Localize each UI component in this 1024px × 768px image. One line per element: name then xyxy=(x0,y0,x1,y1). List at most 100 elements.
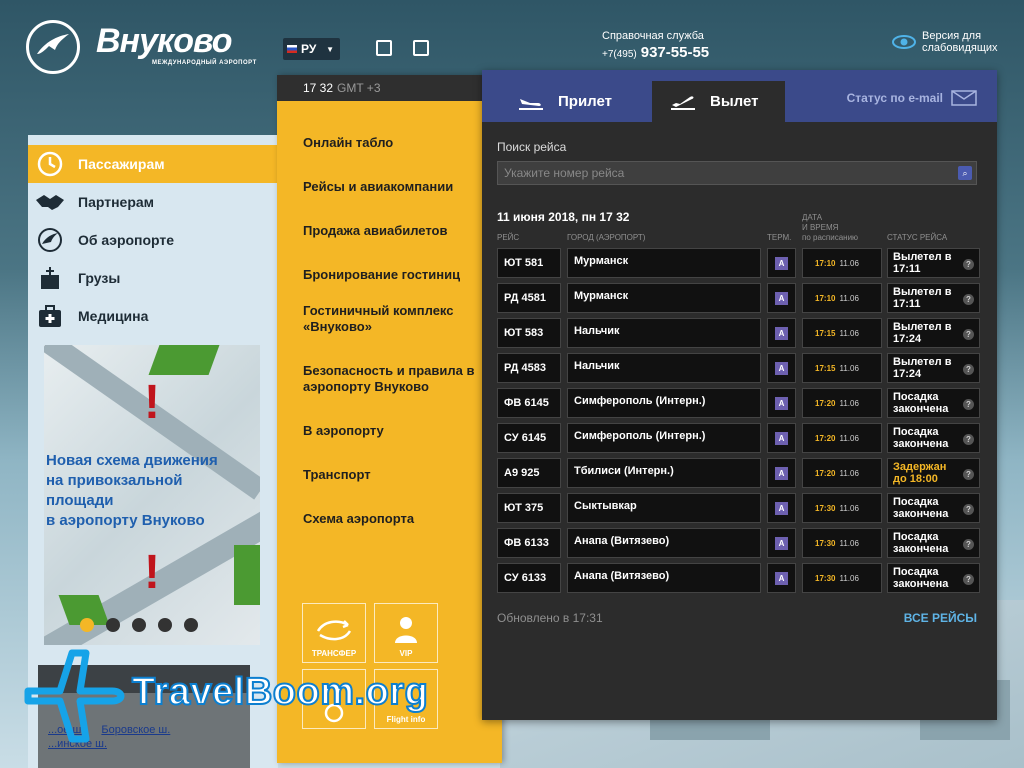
nav-item-medicine[interactable]: Медицина xyxy=(28,297,278,335)
flight-number: РД 4581 xyxy=(497,283,561,313)
nav-item-label: Об аэропорте xyxy=(78,232,175,248)
schedule-cell: 17:20 11.06 xyxy=(802,458,882,488)
table-row[interactable]: ЮТ 375 Сыктывкар A 17:30 11.06 Посадка зак… xyxy=(497,493,980,523)
search-icon[interactable]: ⌕ xyxy=(958,166,972,180)
help-icon[interactable]: ? xyxy=(963,469,974,480)
schedule-cell: 17:30 11.06 xyxy=(802,493,882,523)
plane-landing-icon xyxy=(519,98,543,110)
terminal-cell: A xyxy=(767,248,796,278)
help-icon[interactable]: ? xyxy=(963,364,974,375)
promo-banner[interactable]: ! ! Новая схема движения на привокзально… xyxy=(44,345,260,645)
nav-item-passengers[interactable]: Пассажирам xyxy=(28,145,278,183)
carousel-dot[interactable] xyxy=(132,618,146,632)
help-label: Справочная служба xyxy=(602,30,704,42)
eye-icon xyxy=(892,35,916,49)
schedule-cell: 17:20 11.06 xyxy=(802,388,882,418)
tab-arrival[interactable]: Прилет xyxy=(500,81,650,122)
terminal-badge: A xyxy=(775,571,788,585)
vision-line-2: слабовидящих xyxy=(922,42,998,54)
help-icon[interactable]: ? xyxy=(963,399,974,410)
terminal-badge: A xyxy=(775,466,788,480)
flight-status: Вылетел в 17:24? xyxy=(887,318,980,348)
table-row[interactable]: ФВ 6133 Анапа (Витязево) A 17:30 11.06 По… xyxy=(497,528,980,558)
help-icon[interactable]: ? xyxy=(963,434,974,445)
table-row[interactable]: СУ 6133 Анапа (Витязево) A 17:30 11.06 По… xyxy=(497,563,980,593)
vip-icon xyxy=(395,617,417,643)
sitemap-icon[interactable] xyxy=(413,40,429,56)
promo-text: Новая схема движения на привокзальной пл… xyxy=(46,452,218,529)
all-flights-link[interactable]: ВСЕ РЕЙСЫ xyxy=(904,611,977,625)
flight-number: РД 4583 xyxy=(497,353,561,383)
col-header-flight: РЕЙС xyxy=(497,233,520,242)
flight-city: Тбилиси (Интерн.) xyxy=(567,458,761,488)
nav-item-about-airport[interactable]: Об аэропорте xyxy=(28,221,278,259)
table-row[interactable]: РД 4581 Мурманск A 17:10 11.06 Вылетел в1… xyxy=(497,283,980,313)
help-phone[interactable]: 937-55-55 xyxy=(641,44,709,61)
plane-takeoff-icon xyxy=(671,95,695,110)
flight-status: Посадка закончена? xyxy=(887,493,980,523)
flight-city: Нальчик xyxy=(567,353,761,383)
tab-label: Прилет xyxy=(558,93,612,110)
help-icon[interactable]: ? xyxy=(963,539,974,550)
passenger-menu: Онлайн табло Рейсы и авиакомпании Продаж… xyxy=(277,101,502,527)
tab-departure[interactable]: Вылет xyxy=(652,81,785,122)
carousel-dot[interactable] xyxy=(80,618,94,632)
watermark: TravelBoom.org xyxy=(20,645,470,745)
menu-item-transport[interactable]: Транспорт xyxy=(303,467,502,483)
carousel-dot[interactable] xyxy=(158,618,172,632)
table-row[interactable]: СУ 6145 Симферополь (Интерн.) A 17:20 11.… xyxy=(497,423,980,453)
table-row[interactable]: РД 4583 Нальчик A 17:15 11.06 Вылетел в 17… xyxy=(497,353,980,383)
flight-number: ФВ 6133 xyxy=(497,528,561,558)
schedule-cell: 17:30 11.06 xyxy=(802,528,882,558)
table-row[interactable]: ЮТ 583 Нальчик A 17:15 11.06 Вылетел в 17:… xyxy=(497,318,980,348)
menu-item-hotel-complex[interactable]: Гостиничный комплекс «Внуково» xyxy=(303,303,483,335)
menu-item-security[interactable]: Безопасность и правила в аэропорту Внуко… xyxy=(303,363,485,395)
flight-city: Анапа (Витязево) xyxy=(567,528,761,558)
menu-item-in-airport[interactable]: В аэропорту xyxy=(303,423,502,439)
flight-status: Задержан до 18:00? xyxy=(887,458,980,488)
menu-item-hotel-booking[interactable]: Бронирование гостиниц xyxy=(303,267,475,283)
menu-item-online-board[interactable]: Онлайн табло xyxy=(303,135,502,151)
board-tabs: Прилет Вылет Статус по e-mail xyxy=(482,70,997,122)
flight-number: ЮТ 583 xyxy=(497,318,561,348)
terminal-cell: A xyxy=(767,423,796,453)
carousel-dot[interactable] xyxy=(106,618,120,632)
email-status-label: Статус по e-mail xyxy=(846,91,943,105)
flight-number: ЮТ 581 xyxy=(497,248,561,278)
col-header-datetime: ДАТА И ВРЕМЯ по расписанию xyxy=(802,213,859,242)
menu-item-airport-map[interactable]: Схема аэропорта xyxy=(303,511,502,527)
menu-item-tickets[interactable]: Продажа авиабилетов xyxy=(303,223,502,239)
table-row[interactable]: ЮТ 581 Мурманск A 17:10 11.06 Вылетел в 17… xyxy=(497,248,980,278)
terminal-badge: A xyxy=(775,536,788,550)
menu-item-flights-airlines[interactable]: Рейсы и авиакомпании xyxy=(303,179,502,195)
nav-item-label: Грузы xyxy=(78,270,121,286)
tab-label: Вылет xyxy=(710,93,759,110)
nav-item-label: Партнерам xyxy=(78,194,155,210)
search-label: Поиск рейса xyxy=(497,140,567,154)
email-status-link[interactable]: Статус по e-mail xyxy=(847,90,977,106)
chevron-down-icon: ▼ xyxy=(326,44,334,54)
table-row[interactable]: А9 925 Тбилиси (Интерн.) A 17:20 11.06 За… xyxy=(497,458,980,488)
airport-logo-icon[interactable] xyxy=(26,20,80,74)
terminal-cell: A xyxy=(767,318,796,348)
terminal-cell: A xyxy=(767,528,796,558)
image-icon[interactable] xyxy=(376,40,392,56)
logo-text[interactable]: Внуково xyxy=(96,22,232,61)
flight-status: Посадка закончена? xyxy=(887,563,980,593)
table-row[interactable]: ФВ 6145 Симферополь (Интерн.) A 17:20 11.… xyxy=(497,388,980,418)
nav-item-cargo[interactable]: Грузы xyxy=(28,259,278,297)
help-icon[interactable]: ? xyxy=(963,294,974,305)
flight-number: СУ 6145 xyxy=(497,423,561,453)
help-code: +7(495) xyxy=(602,49,637,60)
terminal-badge: A xyxy=(775,361,788,375)
carousel-dot[interactable] xyxy=(184,618,198,632)
help-icon[interactable]: ? xyxy=(963,504,974,515)
help-icon[interactable]: ? xyxy=(963,574,974,585)
low-vision-link[interactable]: Версия для слабовидящих xyxy=(892,30,998,54)
language-selector[interactable]: РУ ▼ xyxy=(283,38,340,60)
flight-search-input[interactable]: Укажите номер рейса ⌕ xyxy=(497,161,977,185)
terminal-cell: A xyxy=(767,388,796,418)
nav-item-partners[interactable]: Партнерам xyxy=(28,183,278,221)
help-icon[interactable]: ? xyxy=(963,329,974,340)
help-icon[interactable]: ? xyxy=(963,259,974,270)
